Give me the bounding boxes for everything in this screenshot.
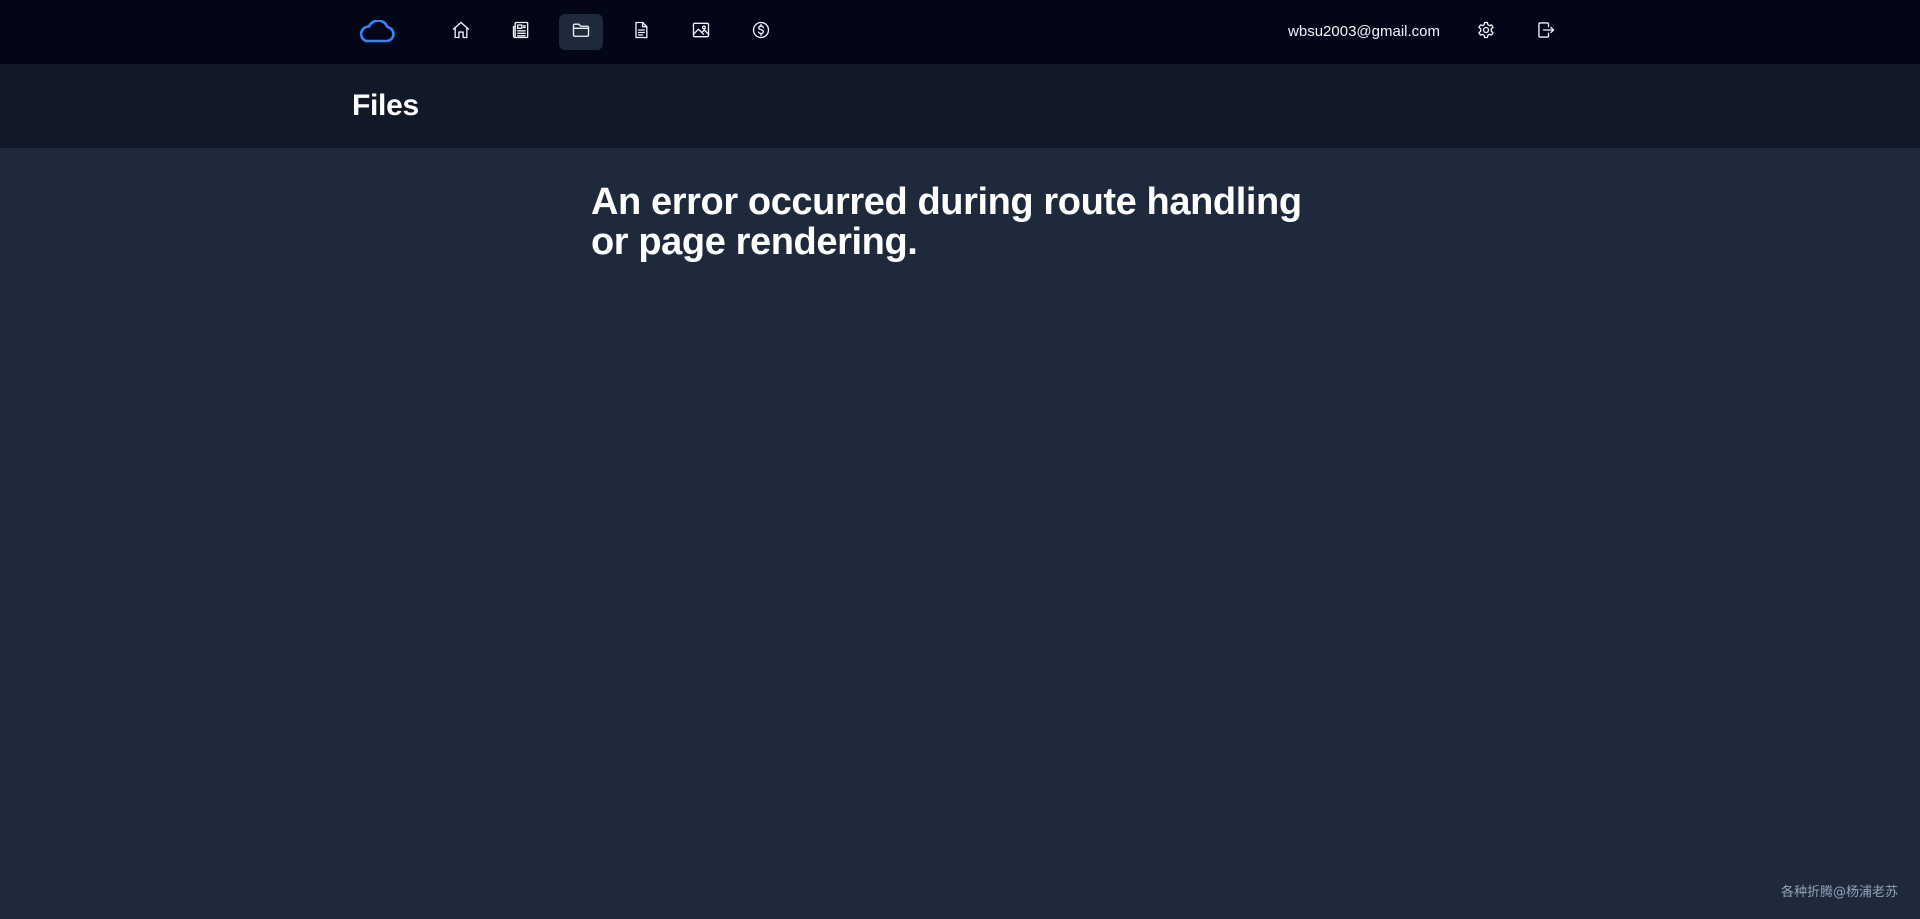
logout-button[interactable]	[1524, 14, 1568, 50]
image-icon	[691, 20, 711, 45]
page-title: Files	[352, 89, 419, 122]
logout-icon	[1536, 20, 1556, 45]
home-icon	[451, 20, 471, 45]
top-navigation-bar: wbsu2003@gmail.com	[0, 0, 1920, 64]
page-header	[0, 64, 1920, 148]
cloud-logo-icon[interactable]	[356, 18, 396, 46]
watermark-text: 各种折腾@杨浦老苏	[1780, 885, 1898, 900]
nav-finance-button[interactable]	[739, 14, 783, 50]
nav-news-button[interactable]	[499, 14, 543, 50]
nav-photos-button[interactable]	[679, 14, 723, 50]
dollar-icon	[751, 20, 771, 45]
newspaper-icon	[511, 20, 531, 45]
folder-icon	[571, 20, 591, 45]
document-icon	[631, 20, 651, 45]
gear-icon	[1476, 20, 1496, 45]
nav-files-button[interactable]	[559, 14, 603, 50]
nav-home-button[interactable]	[439, 14, 483, 50]
error-message: An error occurred during route handling …	[591, 181, 1302, 263]
user-email[interactable]: wbsu2003@gmail.com	[1250, 22, 1440, 42]
settings-button[interactable]	[1464, 14, 1508, 50]
nav-documents-button[interactable]	[619, 14, 663, 50]
